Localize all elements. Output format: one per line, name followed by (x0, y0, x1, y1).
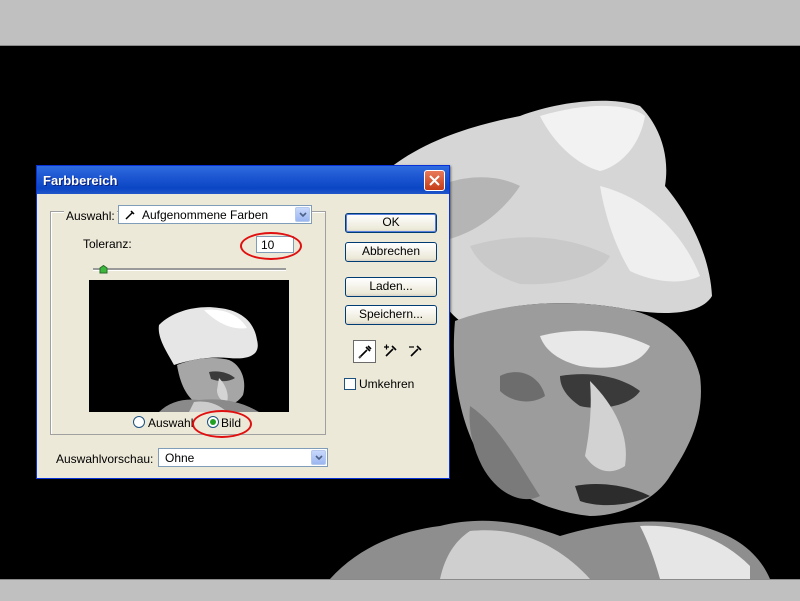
cancel-button[interactable]: Abbrechen (345, 242, 437, 262)
eyedropper-button[interactable] (353, 340, 376, 363)
load-button[interactable]: Laden... (345, 277, 437, 297)
tolerance-label: Toleranz: (83, 237, 132, 251)
eyedropper-icon (125, 210, 135, 220)
radio-selection[interactable] (133, 416, 145, 428)
preview-label: Auswahlvorschau: (56, 452, 154, 466)
chevron-down-icon (295, 207, 310, 222)
close-icon (429, 175, 440, 186)
radio-selection-label: Auswahl (148, 416, 194, 430)
top-gray-bar (0, 0, 800, 46)
close-button[interactable] (424, 170, 445, 191)
preview-dropdown[interactable]: Ohne (158, 448, 328, 467)
selection-preview-image (89, 280, 289, 412)
eyedropper-minus-icon (409, 345, 422, 357)
eyedropper-plus-icon (384, 344, 397, 357)
dialog-titlebar[interactable]: Farbbereich (37, 166, 449, 194)
bottom-gray-bar (0, 579, 800, 601)
tolerance-highlight-ellipse (240, 232, 302, 260)
image-highlight-ellipse (192, 410, 252, 438)
eyedropper-plus-button[interactable] (380, 340, 403, 363)
eyedropper-minus-button[interactable] (405, 340, 428, 363)
tolerance-slider-thumb[interactable] (99, 265, 108, 274)
eyedropper-icon (358, 345, 372, 359)
save-button[interactable]: Speichern... (345, 305, 437, 325)
invert-label: Umkehren (359, 377, 415, 391)
color-range-dialog: Farbbereich Auswahl: Aufgenommene Farben… (36, 165, 450, 479)
chevron-down-icon (311, 450, 326, 465)
invert-checkbox[interactable] (344, 378, 356, 390)
preview-value: Ohne (165, 451, 195, 465)
ok-button[interactable]: OK (345, 213, 437, 233)
select-value: Aufgenommene Farben (142, 208, 269, 222)
tolerance-slider-track[interactable] (93, 268, 286, 271)
select-label: Auswahl: (64, 209, 117, 223)
select-dropdown[interactable]: Aufgenommene Farben (118, 205, 312, 224)
dialog-title: Farbbereich (43, 173, 118, 188)
